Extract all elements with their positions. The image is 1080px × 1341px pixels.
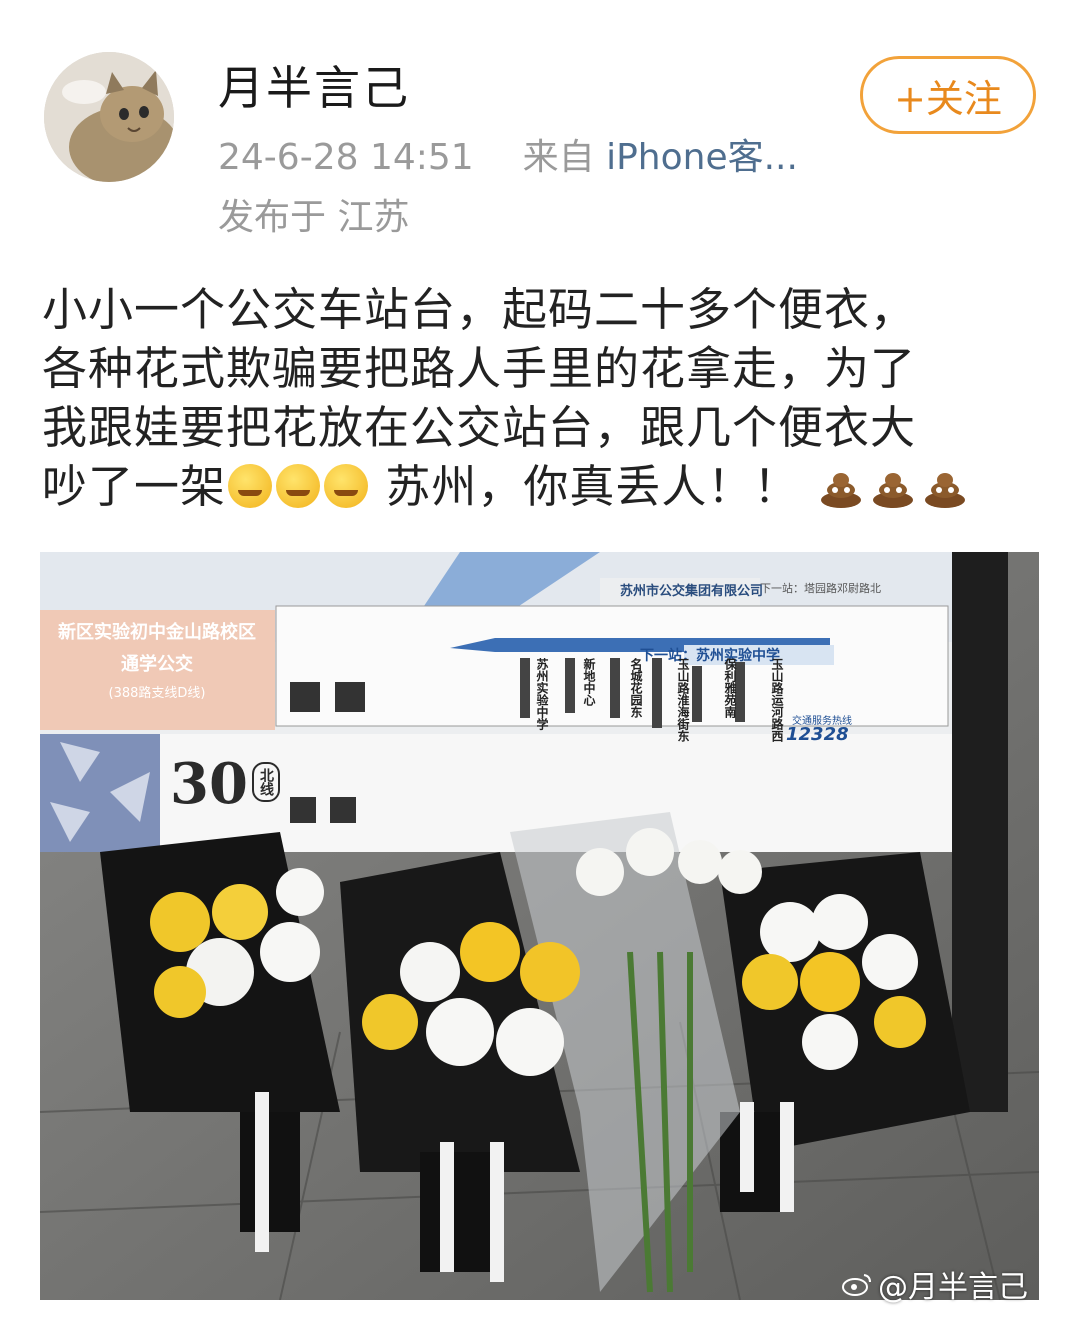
post-location: 发布于 江苏 — [218, 197, 410, 238]
post-line: 我跟娃要把花放在公交站台，跟几个便衣大 — [42, 401, 917, 454]
route-banner: 新区实验初中金山路校区 通学公交 (388路支线D线) — [44, 618, 270, 701]
grimacing-face-emoji-icon — [276, 464, 321, 508]
weibo-logo-icon — [842, 1274, 871, 1296]
post-line: 小小一个公交车站台，起码二十多个便衣， — [42, 283, 917, 336]
grimacing-face-emoji-icon — [228, 464, 273, 508]
post-photo[interactable]: 苏州市公交集团有限公司 下一站：塔园路邓尉路北 新区实验初中金山路校区 通学公交… — [40, 552, 1039, 1300]
poop-emoji-icon — [924, 473, 965, 508]
username[interactable]: 月半言己 — [218, 58, 410, 118]
post-date: 24-6-28 14:51 — [218, 137, 474, 178]
avatar[interactable] — [44, 52, 174, 182]
sign-stop: 名城花园东 — [629, 658, 643, 718]
sign-stop: 新地中心 — [582, 658, 596, 706]
route-banner-line3: (388路支线D线) — [108, 686, 206, 701]
poop-emoji-icon — [820, 473, 861, 508]
route-number-value: 30 — [170, 751, 248, 817]
sign-next-stop-top: 下一站：塔园路邓尉路北 — [760, 582, 881, 595]
sign-stop: 保利雅苑南 — [723, 658, 737, 718]
grimacing-face-emoji-icon — [324, 464, 369, 508]
hotline-number: 12328 — [786, 724, 849, 745]
post-meta: 24-6-28 14:51 来自 iPhone客... — [218, 134, 798, 182]
sign-stop: 苏州实验中学 — [535, 658, 549, 730]
route-number-suffix: 北线 — [251, 762, 280, 802]
route-number: 30 北线 — [170, 756, 280, 812]
weibo-watermark: @月半言己 — [842, 1262, 1028, 1306]
sign-stop: 玉山路淮海街东 — [676, 658, 690, 742]
sign-stops: 苏州实验中学 新地中心 名城花园东 玉山路淮海街东 保利雅苑南 玉山路运河路西 — [534, 658, 786, 742]
post-text-fragment: 吵了一架 — [42, 460, 227, 513]
post-line-4: 吵了一架 苏州，你真丢人！！ — [42, 457, 1042, 516]
post-line: 各种花式欺骗要把路人手里的花拿走，为了 — [42, 342, 917, 395]
sign-company: 苏州市公交集团有限公司 — [620, 584, 764, 599]
post-body: 小小一个公交车站台，起码二十多个便衣， 各种花式欺骗要把路人手里的花拿走，为了 … — [42, 280, 1042, 516]
route-banner-line1: 新区实验初中金山路校区 — [58, 622, 256, 643]
route-banner-line2: 通学公交 — [121, 654, 193, 675]
watermark-text: @月半言己 — [878, 1270, 1028, 1305]
cat-avatar-icon — [44, 52, 174, 182]
client-link[interactable]: iPhone客... — [606, 137, 798, 178]
follow-button[interactable]: +关注 — [860, 56, 1036, 134]
source-prefix: 来自 — [522, 137, 595, 178]
post-text-fragment: 苏州，你真丢人！！ — [370, 460, 815, 513]
poop-emoji-icon — [872, 473, 913, 508]
sign-stop: 玉山路运河路西 — [770, 658, 784, 742]
